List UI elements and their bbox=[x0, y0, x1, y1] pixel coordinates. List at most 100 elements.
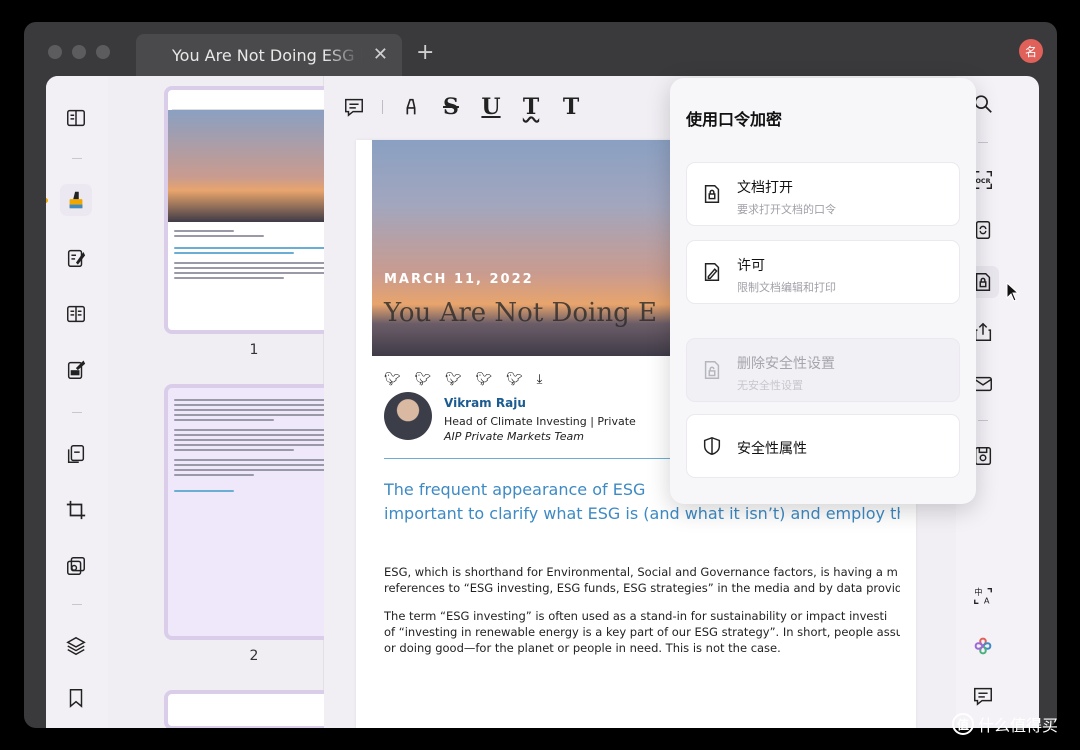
article-date: MARCH 11, 2022 bbox=[384, 272, 534, 287]
bookmark-icon bbox=[69, 689, 83, 708]
layers-button[interactable] bbox=[60, 630, 92, 662]
form-icon bbox=[67, 305, 85, 323]
thumbnail-pane: 1 2 bbox=[108, 76, 344, 728]
mouse-cursor-icon bbox=[1006, 282, 1020, 302]
crop-button[interactable] bbox=[60, 494, 92, 526]
stack-tools-icon bbox=[67, 557, 85, 575]
thumb-line bbox=[174, 444, 334, 446]
twitter-icon[interactable]: 🐦︎ bbox=[415, 372, 432, 387]
layers-icon bbox=[66, 636, 86, 656]
page-thumbnail-1[interactable] bbox=[164, 86, 344, 334]
thumb-line bbox=[174, 230, 234, 232]
body-line: of “investing in renewable energy is a k… bbox=[384, 625, 900, 639]
thumb-page-number: 1 bbox=[249, 342, 259, 358]
tab-close-icon[interactable]: ✕ bbox=[373, 44, 388, 65]
option-label: 文档打开 bbox=[737, 180, 793, 196]
thumb-line bbox=[174, 474, 254, 476]
thumb-line bbox=[174, 404, 334, 406]
sign-button[interactable] bbox=[60, 354, 92, 386]
thumb-line bbox=[174, 272, 334, 274]
thumb-line bbox=[174, 277, 284, 279]
highlight-tool-button[interactable] bbox=[391, 92, 431, 122]
watermark-badge: 值 bbox=[951, 713, 974, 735]
thumb-line bbox=[174, 439, 334, 441]
thumb-line bbox=[174, 399, 334, 401]
body-line: or doing good—for the planet or people i… bbox=[384, 641, 781, 655]
watermark: 值 什么值得买 bbox=[951, 712, 1058, 736]
twitter-icon[interactable]: 🐦︎ bbox=[506, 372, 523, 387]
lock-document-icon bbox=[704, 185, 720, 203]
active-indicator bbox=[46, 198, 48, 203]
comments-panel-button[interactable] bbox=[967, 680, 999, 712]
thumb-header bbox=[172, 96, 336, 110]
underline-tool-button[interactable]: U bbox=[471, 92, 511, 122]
open-password-option[interactable]: 文档打开 要求打开文档的口令 bbox=[686, 162, 960, 226]
twitter-icon[interactable]: 🐦︎ bbox=[476, 372, 493, 387]
left-tool-sidebar bbox=[46, 76, 108, 728]
permission-option[interactable]: 许可 限制文档编辑和打印 bbox=[686, 240, 960, 304]
popover-title: 使用口令加密 bbox=[686, 110, 783, 129]
title-bar: You Are Not Doing ESG Inv ✕ + 名 bbox=[24, 22, 1057, 76]
user-avatar[interactable]: 名 bbox=[1019, 39, 1043, 63]
window-zoom-button[interactable] bbox=[96, 45, 110, 59]
translate-button[interactable]: 中A bbox=[967, 580, 999, 612]
window-minimize-button[interactable] bbox=[72, 45, 86, 59]
remove-security-option: 删除安全性设置 无安全性设置 bbox=[686, 338, 960, 402]
thumb-line bbox=[174, 252, 294, 254]
option-description: 限制文档编辑和打印 bbox=[737, 281, 836, 294]
body-paragraph-2: The term “ESG investing” is often used a… bbox=[384, 608, 900, 656]
comment-tool-button[interactable] bbox=[334, 92, 374, 122]
tools-button[interactable] bbox=[60, 550, 92, 582]
marker-icon bbox=[406, 98, 416, 115]
thumb-line bbox=[174, 449, 294, 451]
option-label: 删除安全性设置 bbox=[737, 356, 835, 372]
article-title: You Are Not Doing E bbox=[384, 298, 657, 328]
thumb-page-number: 2 bbox=[249, 648, 259, 664]
window-close-button[interactable] bbox=[48, 45, 62, 59]
unlock-document-icon bbox=[704, 361, 720, 379]
new-tab-button[interactable]: + bbox=[416, 42, 434, 64]
sidebar-divider bbox=[72, 158, 82, 159]
sidebar-divider bbox=[72, 412, 82, 413]
author-team: AIP Private Markets Team bbox=[444, 430, 584, 443]
svg-text:中: 中 bbox=[974, 587, 982, 597]
twitter-icon[interactable]: 🐦︎ bbox=[384, 372, 401, 387]
comment-mode-button[interactable] bbox=[60, 184, 92, 216]
squiggly-tool-button[interactable]: T bbox=[511, 92, 551, 122]
ai-assistant-button[interactable] bbox=[967, 630, 999, 662]
thumb-line bbox=[174, 434, 334, 436]
sidebar-divider bbox=[72, 604, 82, 605]
annotation-toolbar: S U T T bbox=[334, 92, 591, 122]
bookmarks-button[interactable] bbox=[60, 682, 92, 714]
encryption-popover: 使用口令加密 文档打开 要求打开文档的口令 许可 限制文档编辑和打印 删除安全性… bbox=[670, 78, 976, 504]
svg-text:A: A bbox=[984, 595, 990, 605]
option-description: 要求打开文档的口令 bbox=[737, 203, 836, 216]
download-icon[interactable]: ⤓ bbox=[537, 372, 543, 387]
security-properties-option[interactable]: 安全性属性 bbox=[686, 414, 960, 478]
document-tab[interactable]: You Are Not Doing ESG Inv ✕ bbox=[136, 34, 402, 76]
reader-mode-button[interactable] bbox=[60, 102, 92, 134]
svg-text:OCR: OCR bbox=[975, 177, 990, 185]
form-button[interactable] bbox=[60, 298, 92, 330]
thumb-line bbox=[174, 429, 334, 431]
comment-icon bbox=[345, 98, 363, 117]
tab-title: You Are Not Doing ESG Inv bbox=[172, 45, 362, 65]
ai-flower-icon bbox=[974, 637, 992, 655]
thumb-line bbox=[174, 469, 334, 471]
text-tool-button[interactable]: T bbox=[551, 92, 591, 122]
page-thumbnail-2[interactable] bbox=[164, 384, 344, 640]
author-avatar bbox=[384, 392, 432, 440]
page-thumbnail-3[interactable] bbox=[164, 690, 344, 728]
strikethrough-tool-button[interactable]: S bbox=[431, 92, 471, 122]
thumb-line bbox=[174, 235, 264, 237]
edit-pdf-button[interactable] bbox=[60, 242, 92, 274]
sidebar-divider bbox=[978, 142, 988, 143]
twitter-icon[interactable]: 🐦︎ bbox=[445, 372, 462, 387]
thumb-line bbox=[174, 267, 334, 269]
author-name: Vikram Raju bbox=[444, 396, 526, 410]
thumb-line bbox=[174, 459, 334, 461]
body-line: The term “ESG investing” is often used a… bbox=[384, 609, 888, 623]
organize-pages-button[interactable] bbox=[60, 438, 92, 470]
thumb-hero bbox=[168, 110, 340, 222]
translate-icon: 中A bbox=[974, 587, 992, 605]
